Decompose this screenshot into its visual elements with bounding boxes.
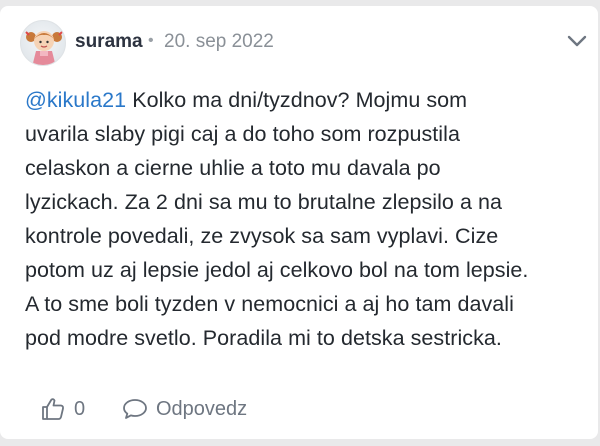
user-mention[interactable]: @kikula21 [25,88,126,112]
girl-avatar-icon [25,31,63,65]
like-count: 0 [74,397,86,420]
comment-card: surama • 20. sep 2022 @kikula21 Kolko ma… [0,6,598,439]
author-name[interactable]: surama [75,31,143,53]
comment-header: surama • 20. sep 2022 [20,20,590,66]
chevron-down-icon[interactable] [565,29,589,53]
separator-dot: • [148,32,154,49]
reply-label: Odpovedz [156,397,248,420]
comment-date: 20. sep 2022 [164,31,274,52]
reply-button[interactable]: Odpovedz [122,394,247,424]
avatar[interactable] [20,20,66,66]
comment-actions: 0 Odpovedz [40,394,440,424]
comment-text: Kolko ma dni/tyzdnov? Mojmu som uvarila … [25,88,529,350]
thumbs-up-icon [42,398,64,420]
like-button[interactable]: 0 [40,394,85,424]
speech-bubble-icon [123,399,147,419]
comment-body: @kikula21 Kolko ma dni/tyzdnov? Mojmu so… [25,83,595,355]
